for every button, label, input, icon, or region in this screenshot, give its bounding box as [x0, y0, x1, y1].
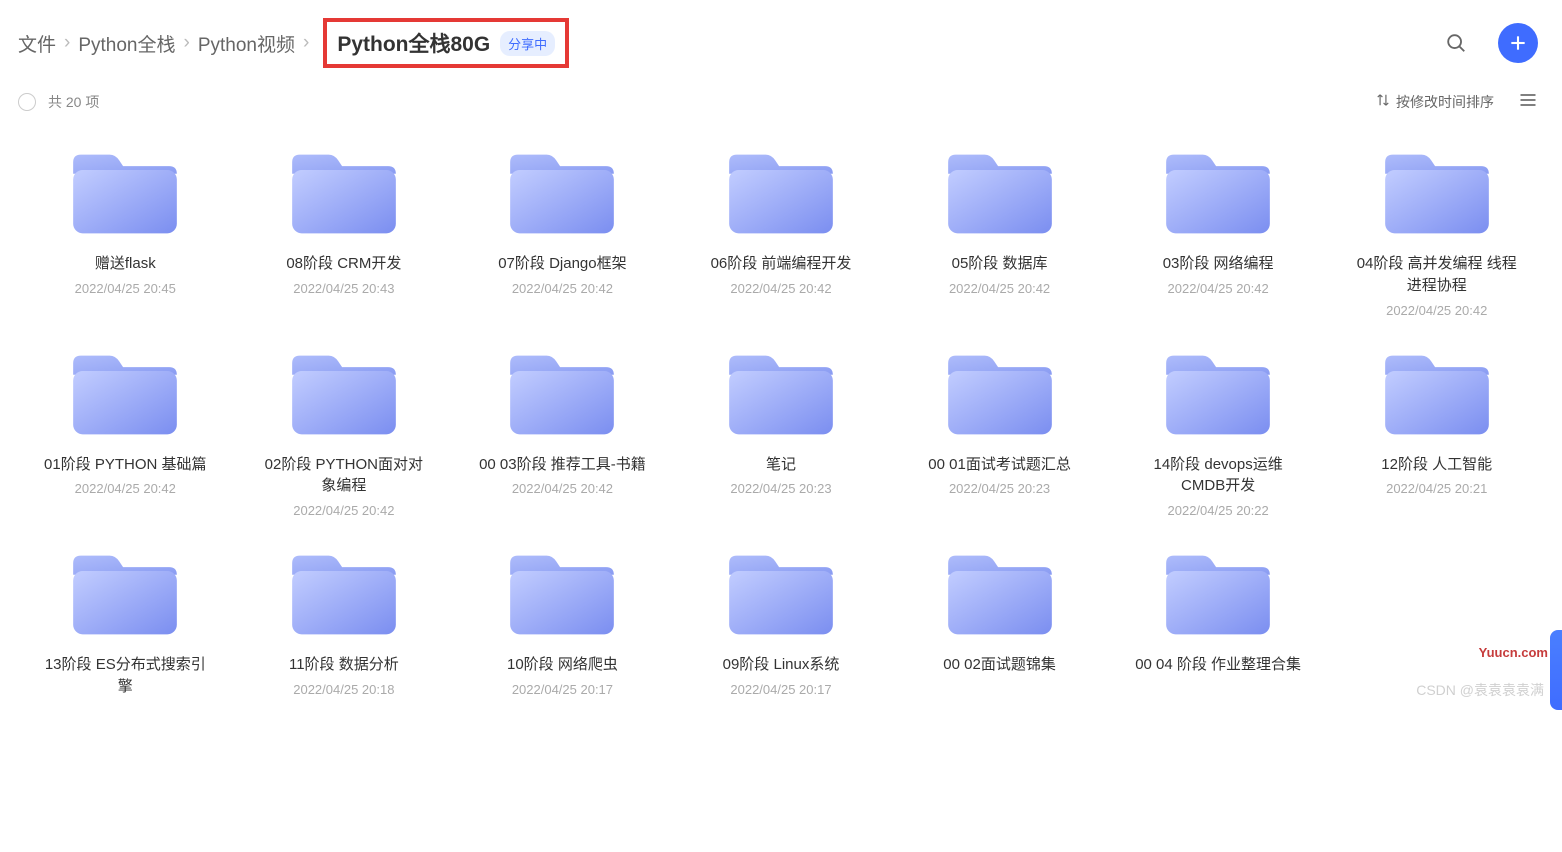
- folder-item[interactable]: 00 03阶段 推荐工具-书籍 2022/04/25 20:42: [461, 346, 664, 519]
- folder-date: 2022/04/25 20:17: [512, 682, 613, 697]
- folder-name: 02阶段 PYTHON面对对象编程: [259, 454, 429, 498]
- folder-date: 2022/04/25 20:42: [293, 503, 394, 518]
- folder-icon: [722, 546, 840, 642]
- folder-item[interactable]: 13阶段 ES分布式搜索引擎: [24, 546, 227, 698]
- folder-item[interactable]: 12阶段 人工智能 2022/04/25 20:21: [1335, 346, 1538, 519]
- folder-name: 11阶段 数据分析: [289, 654, 399, 676]
- folder-item[interactable]: 09阶段 Linux系统 2022/04/25 20:17: [680, 546, 883, 698]
- breadcrumb-current-highlight: Python全栈80G 分享中: [323, 18, 569, 68]
- folder-name: 01阶段 PYTHON 基础篇: [44, 454, 207, 476]
- folder-item[interactable]: 14阶段 devops运维CMDB开发 2022/04/25 20:22: [1117, 346, 1320, 519]
- folder-icon: [941, 346, 1059, 442]
- folder-date: 2022/04/25 20:42: [949, 281, 1050, 296]
- sort-label: 按修改时间排序: [1396, 92, 1494, 112]
- folder-name: 03阶段 网络编程: [1163, 253, 1274, 275]
- folder-date: 2022/04/25 20:18: [293, 682, 394, 697]
- folder-name: 00 02面试题锦集: [943, 654, 1056, 676]
- breadcrumb-parent1[interactable]: Python全栈: [78, 30, 175, 57]
- folder-date: 2022/04/25 20:17: [730, 682, 831, 697]
- corner-logo: Yuucn.com: [1479, 645, 1548, 660]
- folder-name: 05阶段 数据库: [952, 253, 1048, 275]
- folder-item[interactable]: 03阶段 网络编程 2022/04/25 20:42: [1117, 145, 1320, 318]
- folder-icon: [1159, 346, 1277, 442]
- folder-icon: [503, 346, 621, 442]
- sort-control[interactable]: 按修改时间排序: [1376, 92, 1494, 112]
- folder-name: 08阶段 CRM开发: [286, 253, 401, 275]
- folder-name: 12阶段 人工智能: [1381, 454, 1492, 476]
- folder-name: 00 03阶段 推荐工具-书籍: [479, 454, 646, 476]
- folder-name: 07阶段 Django框架: [498, 253, 626, 275]
- folder-name: 10阶段 网络爬虫: [507, 654, 618, 676]
- folder-date: 2022/04/25 20:42: [730, 281, 831, 296]
- select-all-checkbox[interactable]: [18, 93, 36, 111]
- folder-icon: [285, 346, 403, 442]
- folder-icon: [1378, 145, 1496, 241]
- search-icon[interactable]: [1442, 29, 1470, 57]
- folder-date: 2022/04/25 20:42: [75, 481, 176, 496]
- folder-date: 2022/04/25 20:21: [1386, 481, 1487, 496]
- breadcrumb-root[interactable]: 文件: [18, 30, 56, 57]
- folder-date: 2022/04/25 20:43: [293, 281, 394, 296]
- folder-name: 09阶段 Linux系统: [723, 654, 840, 676]
- folder-item[interactable]: 01阶段 PYTHON 基础篇 2022/04/25 20:42: [24, 346, 227, 519]
- folder-icon: [285, 145, 403, 241]
- breadcrumb-sep: ›: [184, 32, 190, 54]
- folder-icon: [722, 145, 840, 241]
- share-badge[interactable]: 分享中: [500, 31, 555, 56]
- folder-date: 2022/04/25 20:42: [512, 481, 613, 496]
- folder-icon: [941, 546, 1059, 642]
- folder-name: 06阶段 前端编程开发: [711, 253, 852, 275]
- folder-item[interactable]: 10阶段 网络爬虫 2022/04/25 20:17: [461, 546, 664, 698]
- folder-name: 笔记: [766, 454, 796, 476]
- folder-date: 2022/04/25 20:22: [1168, 503, 1269, 518]
- folder-item[interactable]: 00 04 阶段 作业整理合集: [1117, 546, 1320, 698]
- folder-item[interactable]: 07阶段 Django框架 2022/04/25 20:42: [461, 145, 664, 318]
- breadcrumb-sep: ›: [64, 32, 70, 54]
- folder-name: 04阶段 高并发编程 线程进程协程: [1352, 253, 1522, 297]
- folder-date: 2022/04/25 20:45: [75, 281, 176, 296]
- folder-name: 14阶段 devops运维CMDB开发: [1133, 454, 1303, 498]
- folder-name: 00 01面试考试题汇总: [928, 454, 1071, 476]
- folder-date: 2022/04/25 20:23: [949, 481, 1050, 496]
- breadcrumb-sep: ›: [303, 32, 309, 54]
- breadcrumb-current: Python全栈80G: [337, 28, 490, 58]
- folder-date: 2022/04/25 20:42: [1386, 303, 1487, 318]
- folder-icon: [503, 546, 621, 642]
- folder-icon: [722, 346, 840, 442]
- folder-item[interactable]: 02阶段 PYTHON面对对象编程 2022/04/25 20:42: [243, 346, 446, 519]
- breadcrumb-parent2[interactable]: Python视频: [198, 30, 295, 57]
- item-count-label: 共 20 项: [48, 92, 1376, 112]
- folder-icon: [66, 145, 184, 241]
- folder-icon: [503, 145, 621, 241]
- folder-icon: [66, 546, 184, 642]
- folder-item[interactable]: 00 02面试题锦集: [898, 546, 1101, 698]
- folder-icon: [66, 346, 184, 442]
- folder-item[interactable]: 00 01面试考试题汇总 2022/04/25 20:23: [898, 346, 1101, 519]
- folder-item[interactable]: 04阶段 高并发编程 线程进程协程 2022/04/25 20:42: [1335, 145, 1538, 318]
- add-button[interactable]: [1498, 23, 1538, 63]
- folder-icon: [285, 546, 403, 642]
- folder-item[interactable]: 06阶段 前端编程开发 2022/04/25 20:42: [680, 145, 883, 318]
- folder-date: 2022/04/25 20:42: [512, 281, 613, 296]
- folder-icon: [1159, 546, 1277, 642]
- folder-item[interactable]: 笔记 2022/04/25 20:23: [680, 346, 883, 519]
- folder-name: 赠送flask: [95, 253, 156, 275]
- folder-item[interactable]: 08阶段 CRM开发 2022/04/25 20:43: [243, 145, 446, 318]
- folder-icon: [941, 145, 1059, 241]
- folder-icon: [1159, 145, 1277, 241]
- folder-item[interactable]: 11阶段 数据分析 2022/04/25 20:18: [243, 546, 446, 698]
- side-panel-peek[interactable]: [1550, 630, 1562, 710]
- folder-date: 2022/04/25 20:42: [1168, 281, 1269, 296]
- folder-icon: [1378, 346, 1496, 442]
- breadcrumb: 文件 › Python全栈 › Python视频 › Python全栈80G 分…: [18, 18, 1442, 68]
- view-toggle-icon[interactable]: [1518, 90, 1538, 113]
- folder-name: 13阶段 ES分布式搜索引擎: [40, 654, 210, 698]
- sort-icon: [1376, 93, 1390, 110]
- folder-item[interactable]: 05阶段 数据库 2022/04/25 20:42: [898, 145, 1101, 318]
- folder-date: 2022/04/25 20:23: [730, 481, 831, 496]
- folder-item[interactable]: 赠送flask 2022/04/25 20:45: [24, 145, 227, 318]
- folder-name: 00 04 阶段 作业整理合集: [1135, 654, 1301, 676]
